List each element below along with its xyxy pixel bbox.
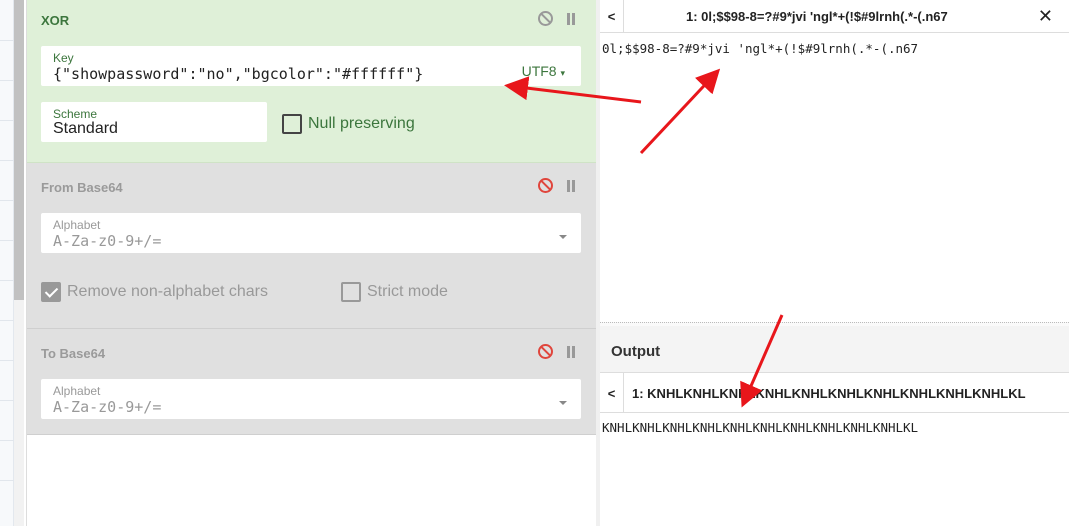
- null-preserving-checkbox[interactable]: Null preserving: [282, 114, 415, 134]
- strict-mode-checkbox[interactable]: Strict mode: [341, 282, 448, 302]
- operation-from-base64[interactable]: From Base64 Alphabet A-Za-z0-9+/= Remove…: [27, 163, 597, 329]
- output-header: Output: [600, 326, 1069, 373]
- chevron-down-icon[interactable]: [559, 235, 567, 239]
- close-icon[interactable]: ✕: [1038, 6, 1053, 27]
- alphabet-field[interactable]: Alphabet A-Za-z0-9+/=: [41, 379, 581, 419]
- disable-icon[interactable]: [538, 11, 553, 26]
- left-gutter: [0, 0, 14, 526]
- operation-to-base64[interactable]: To Base64 Alphabet A-Za-z0-9+/=: [27, 329, 597, 435]
- key-field[interactable]: Key {"showpassword":"no","bgcolor":"#fff…: [41, 46, 581, 86]
- key-encoding-label: UTF8: [521, 63, 557, 79]
- input-tab-title[interactable]: 1: 0l;$$98-8=?#9*jvi 'ngl*+(!$#9lrnh(.*-…: [686, 9, 948, 24]
- output-tab-title[interactable]: 1: KNHLKNHLKNHLKNHLKNHLKNHLKNHLKNHLKNHLK…: [632, 386, 1026, 401]
- key-input[interactable]: {"showpassword":"no","bgcolor":"#ffffff"…: [53, 65, 423, 83]
- tab-prev-button[interactable]: <: [600, 0, 624, 33]
- remove-nonalpha-checkbox[interactable]: Remove non-alphabet chars: [41, 282, 268, 302]
- input-pane[interactable]: < 1: 0l;$$98-8=?#9*jvi 'ngl*+(!$#9lrnh(.…: [600, 0, 1069, 322]
- null-preserving-label: Null preserving: [308, 115, 415, 132]
- disable-icon[interactable]: [538, 178, 553, 193]
- null-preserving-box[interactable]: [282, 114, 302, 134]
- operation-xor[interactable]: XOR Key {"showpassword":"no","bgcolor":"…: [27, 0, 597, 163]
- op-title-xor: XOR: [41, 13, 70, 28]
- key-label: Key: [53, 51, 74, 65]
- recipe-panel: XOR Key {"showpassword":"no","bgcolor":"…: [26, 0, 597, 526]
- input-tabbar: < 1: 0l;$$98-8=?#9*jvi 'ngl*+(!$#9lrnh(.…: [600, 0, 1069, 33]
- op-title-from-base64: From Base64: [41, 180, 123, 195]
- pause-icon[interactable]: [565, 179, 577, 192]
- input-text[interactable]: 0l;$$98-8=?#9*jvi 'ngl*+(!$#9lrnh(.*-(.n…: [602, 41, 918, 56]
- key-encoding-dropdown[interactable]: UTF8 ▾: [522, 63, 565, 79]
- op-title-to-base64: To Base64: [41, 346, 106, 361]
- scheme-select[interactable]: Standard: [53, 120, 118, 138]
- alphabet-input[interactable]: A-Za-z0-9+/=: [53, 232, 161, 250]
- remove-nonalpha-label: Remove non-alphabet chars: [67, 283, 269, 300]
- tab-prev-button[interactable]: <: [600, 373, 624, 413]
- chevron-down-icon[interactable]: [559, 401, 567, 405]
- output-title: Output: [611, 343, 661, 360]
- scrollbar-thumb[interactable]: [14, 0, 24, 300]
- alphabet-label: Alphabet: [53, 218, 101, 232]
- strict-mode-label: Strict mode: [367, 283, 448, 300]
- remove-nonalpha-box[interactable]: [41, 282, 61, 302]
- output-pane[interactable]: < 1: KNHLKNHLKNHLKNHLKNHLKNHLKNHLKNHLKNH…: [600, 373, 1069, 526]
- output-tabbar: < 1: KNHLKNHLKNHLKNHLKNHLKNHLKNHLKNHLKNH…: [600, 373, 1069, 413]
- pause-icon[interactable]: [565, 345, 577, 358]
- alphabet-label: Alphabet: [53, 384, 101, 398]
- scheme-field[interactable]: Scheme Standard: [41, 102, 267, 142]
- strict-mode-box[interactable]: [341, 282, 361, 302]
- scheme-label: Scheme: [53, 107, 98, 121]
- alphabet-field[interactable]: Alphabet A-Za-z0-9+/=: [41, 213, 581, 253]
- disable-icon[interactable]: [538, 344, 553, 359]
- pause-icon[interactable]: [565, 12, 577, 25]
- alphabet-input[interactable]: A-Za-z0-9+/=: [53, 398, 161, 416]
- chevron-down-icon: ▾: [560, 68, 565, 78]
- output-text[interactable]: KNHLKNHLKNHLKNHLKNHLKNHLKNHLKNHLKNHLKNHL…: [602, 420, 918, 435]
